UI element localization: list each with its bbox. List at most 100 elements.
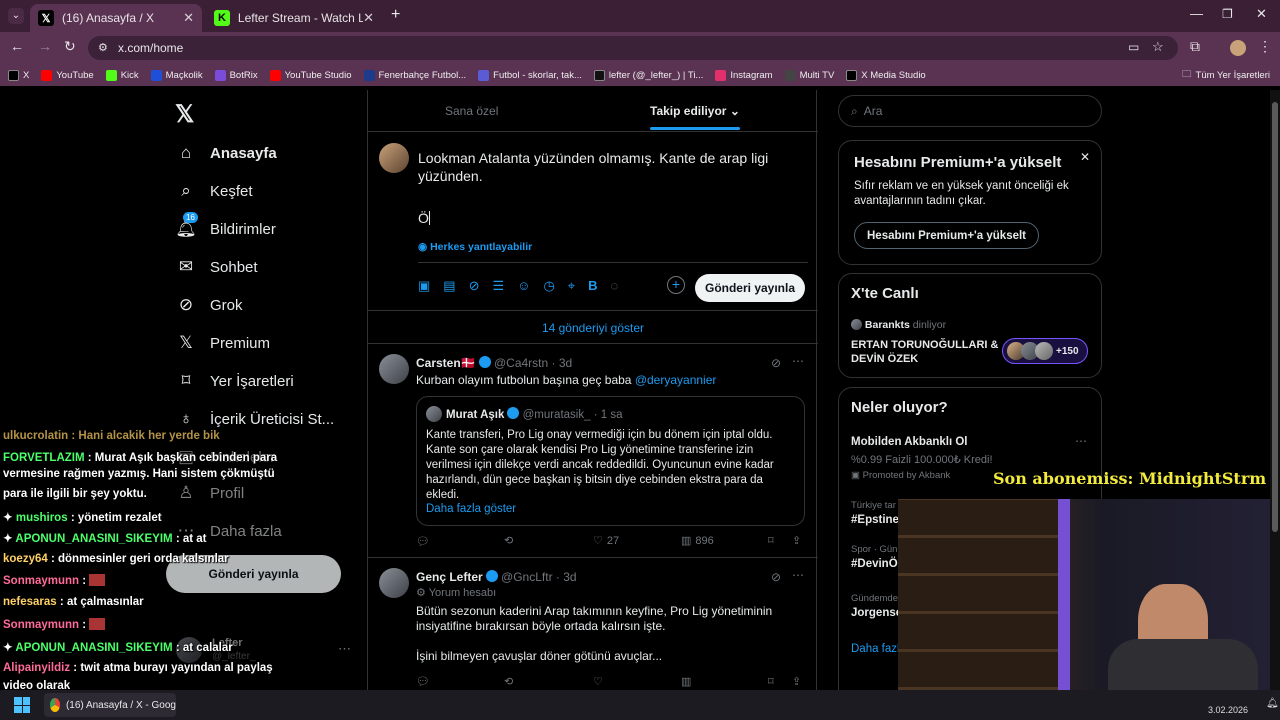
bookmark-icon[interactable]: ⌑ <box>768 534 774 547</box>
close-tab-icon[interactable]: ✕ <box>363 10 374 26</box>
bold-icon[interactable]: B <box>588 278 597 294</box>
minimize-icon[interactable]: — <box>1190 6 1203 21</box>
nav-messages[interactable]: ✉ Sohbet <box>175 256 258 278</box>
bookmark-icon[interactable]: ⌑ <box>768 675 774 688</box>
more-icon[interactable]: ⋯ <box>792 568 804 582</box>
show-more-posts[interactable]: 14 gönderiyi göster <box>368 321 818 335</box>
bookmark-instagram[interactable]: Instagram <box>715 69 773 81</box>
cast-icon[interactable]: ▭ <box>1128 40 1139 54</box>
nav-grok[interactable]: ⊘ Grok <box>175 294 243 316</box>
grok-icon[interactable]: ⊘ <box>771 570 781 584</box>
new-tab-button[interactable]: + <box>391 6 400 24</box>
notification-icon[interactable]: 🔔︎ <box>1266 698 1279 709</box>
more-icon[interactable]: ⋯ <box>1075 434 1087 448</box>
compose-input[interactable]: Ö <box>418 210 430 226</box>
nav-home[interactable]: ⌂ Anasayfa <box>175 142 277 164</box>
nav-profile[interactable]: ♙ Profil <box>175 482 244 504</box>
location-icon[interactable]: ⌖ <box>568 278 575 294</box>
botrix-icon <box>214 69 226 81</box>
emoji-icon[interactable]: ☺ <box>517 278 530 294</box>
scrollbar-thumb[interactable] <box>1272 102 1278 532</box>
share-icon[interactable]: ⇪ <box>792 675 801 688</box>
promo-title[interactable]: Mobilden Akbanklı Ol <box>851 436 968 448</box>
bookmark-star-icon[interactable]: ☆ <box>1152 39 1164 55</box>
close-icon[interactable]: ✕ <box>1080 150 1090 164</box>
bookmark-mackolik[interactable]: Maçkolik <box>150 69 203 81</box>
premium-upgrade-button[interactable]: Hesabını Premium+'a yükselt <box>854 222 1040 249</box>
bookmark-multitv[interactable]: Multi TV <box>784 69 834 81</box>
bookmark-xmedia[interactable]: X Media Studio <box>846 69 926 81</box>
compose-text[interactable]: Lookman Atalanta yüzünden olmamış. Kante… <box>418 149 808 185</box>
nav-notifications[interactable]: 🔔︎ 16 Bildirimler <box>175 212 276 240</box>
avatar <box>379 568 409 598</box>
bookmark-futbol[interactable]: Futbol - skorlar, tak... <box>478 69 582 81</box>
quote-tweet[interactable]: Murat Aşık @muratasik_ · 1 sa Kante tran… <box>416 396 805 526</box>
youtube-icon <box>41 69 53 81</box>
mention-link[interactable]: @deryayannier <box>635 373 717 387</box>
forward-icon[interactable]: → <box>38 38 52 54</box>
more-icon[interactable]: ⋯ <box>792 354 804 368</box>
reply-setting[interactable]: ◉ Herkes yanıtlayabilir <box>418 241 532 253</box>
windows-start-icon[interactable] <box>14 697 30 713</box>
chart-icon[interactable]: ▥ <box>681 675 691 688</box>
show-more-link[interactable]: Daha fazla göster <box>426 503 516 515</box>
tweet[interactable]: Carsten🇩🇰 @Ca4rstn · 3d ⊘ ⋯ Kurban olayı… <box>368 344 818 556</box>
gif-icon[interactable]: ▤ <box>443 278 455 294</box>
add-thread-button[interactable]: + <box>667 276 685 294</box>
reply-icon[interactable]: 💬︎ <box>416 675 430 688</box>
nav-bookmarks[interactable]: ⌑ Yer İşaretleri <box>175 370 294 392</box>
restore-icon[interactable]: ❐ <box>1222 7 1233 21</box>
close-window-icon[interactable]: ✕ <box>1256 6 1267 22</box>
image-icon[interactable]: ▣ <box>418 278 430 294</box>
compose-post-button[interactable]: Gönderi yayınla <box>695 274 805 302</box>
live-listeners[interactable]: +150 <box>1002 338 1088 364</box>
tab-following[interactable]: Takip ediliyor ⌄ <box>650 104 740 118</box>
bookmark-x[interactable]: X <box>8 69 29 81</box>
live-show-title[interactable]: ERTAN TORUNOĞULLARI & DEVİN ÖZEK <box>851 338 1001 366</box>
show-more-trends[interactable]: Daha fazl <box>851 643 900 655</box>
like-button[interactable]: ♡ 27 <box>593 534 619 548</box>
reply-icon[interactable]: 💬︎ <box>416 535 430 548</box>
bookmark-youtube[interactable]: YouTube <box>41 69 94 81</box>
repost-icon[interactable]: ⟲ <box>504 675 513 688</box>
search-input[interactable]: ⌕ Ara <box>838 95 1102 127</box>
reload-icon[interactable]: ↻ <box>64 38 76 55</box>
taskbar-chrome-app[interactable]: (16) Anasayfa / X - Goog <box>44 693 176 717</box>
trend-item[interactable]: #DevinÖ <box>851 558 898 570</box>
site-info-icon[interactable]: ⚙ <box>98 41 108 54</box>
address-bar[interactable]: ⚙ x.com/home ▭ ☆ <box>88 36 1178 60</box>
bookmark-youtube-studio[interactable]: YouTube Studio <box>269 69 352 81</box>
bookmark-tiktok[interactable]: lefter (@_lefter_) | Ti... <box>593 69 703 81</box>
all-bookmarks[interactable]: 🗀 Tüm Yer İşaretleri <box>1182 67 1270 83</box>
bookmark-fenerbahce[interactable]: Fenerbahçe Futbol... <box>363 69 466 81</box>
tab-search-icon[interactable]: ⌄ <box>8 8 24 24</box>
tab-for-you[interactable]: Sana özel <box>445 104 498 118</box>
scrollbar[interactable] <box>1270 90 1280 690</box>
nav-premium[interactable]: 𝕏 Premium <box>175 332 270 354</box>
x-logo-icon[interactable]: 𝕏 <box>175 100 194 129</box>
tweet[interactable]: Genç Lefter @GncLftr · 3d ⊘ ⋯ ⚙ Yorum he… <box>368 558 818 690</box>
poll-icon[interactable]: ☰ <box>493 278 505 294</box>
nav-explore[interactable]: ⌕ Keşfet <box>175 180 252 202</box>
views-button[interactable]: ▥ 896 <box>681 534 714 548</box>
back-icon[interactable]: ← <box>10 38 24 54</box>
extensions-icon[interactable]: ⧉ <box>1190 38 1200 55</box>
nav-creator-studio[interactable]: ♁ İçerik Üreticisi St... <box>175 408 335 430</box>
close-tab-icon[interactable]: ✕ <box>183 10 194 26</box>
bookmark-kick[interactable]: Kick <box>105 69 139 81</box>
grok-icon[interactable]: ⊘ <box>771 356 781 370</box>
globe-icon: ◉ <box>418 241 428 253</box>
trend-item[interactable]: Jorgense <box>851 607 902 619</box>
schedule-icon[interactable]: ◷ <box>543 278 554 294</box>
repost-icon[interactable]: ⟲ <box>504 534 513 547</box>
trend-item[interactable]: #Epstine <box>851 514 899 526</box>
heart-icon[interactable]: ♡ <box>593 675 603 688</box>
tab-kick-stream[interactable]: K Lefter Stream - Watch Live on K ✕ <box>206 4 382 32</box>
menu-icon[interactable]: ⋮ <box>1258 38 1272 55</box>
tab-x-home[interactable]: 𝕏 (16) Anasayfa / X ✕ <box>30 4 202 32</box>
share-icon[interactable]: ⇪ <box>792 534 801 547</box>
live-card: X'te Canlı Barankts dinliyor ERTAN TORUN… <box>838 273 1102 378</box>
profile-avatar[interactable] <box>1230 40 1246 56</box>
grok-icon[interactable]: ⊘ <box>469 278 480 294</box>
bookmark-botrix[interactable]: BotRix <box>214 69 258 81</box>
